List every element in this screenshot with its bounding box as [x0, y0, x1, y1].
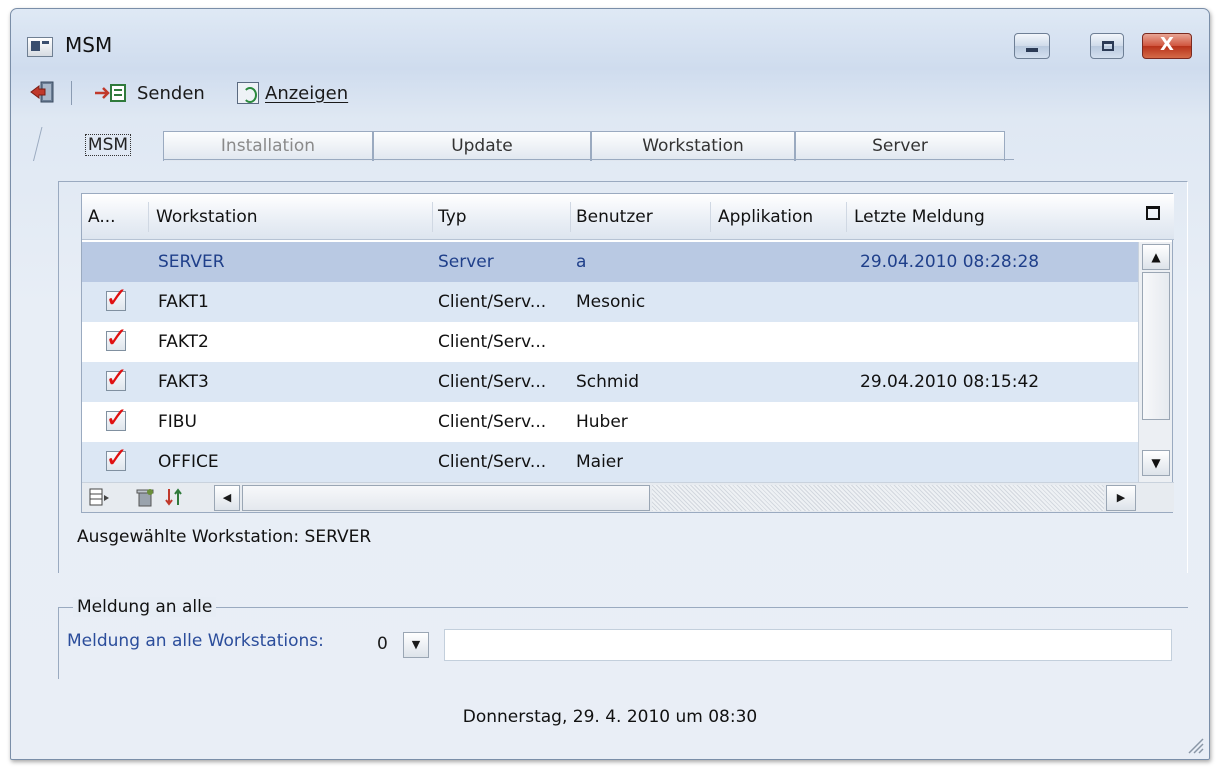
cell-typ: Client/Serv... [438, 292, 547, 312]
tab-installation[interactable]: Installation [163, 131, 373, 161]
column-separator [710, 202, 711, 232]
column-separator [148, 202, 149, 232]
chevron-down-icon[interactable]: ▼ [403, 632, 429, 658]
column-header-typ[interactable]: Typ [438, 194, 467, 240]
grid-layout-icon[interactable] [88, 487, 110, 507]
cell-benutzer: Schmid [576, 372, 639, 392]
cell-workstation: FAKT3 [158, 372, 209, 392]
selected-workstation-label: Ausgewählte Workstation: SERVER [77, 527, 372, 547]
active-checkbox[interactable]: ✓ [105, 364, 128, 392]
column-header-applikation[interactable]: Applikation [718, 194, 813, 240]
scroll-left-icon[interactable]: ◀ [214, 485, 240, 511]
checkmark-icon: ✓ [105, 401, 129, 434]
title-bar[interactable]: MSM X [11, 9, 1209, 69]
column-chooser-icon[interactable] [1146, 206, 1160, 220]
table-row[interactable]: ✓ FAKT1 Client/Serv... Mesonic [82, 282, 1138, 322]
tab-workstation[interactable]: Workstation [591, 131, 795, 161]
workstation-grid: A... Workstation Typ Benutzer Applikatio… [81, 193, 1174, 513]
column-header-workstation[interactable]: Workstation [156, 194, 258, 240]
cell-letzte-meldung: 29.04.2010 08:28:28 [860, 252, 1040, 272]
tab-server[interactable]: Server [795, 131, 1005, 161]
cell-typ: Client/Serv... [438, 372, 547, 392]
grid-header: A... Workstation Typ Benutzer Applikatio… [82, 194, 1174, 240]
broadcast-label: Meldung an alle Workstations: [67, 631, 324, 651]
window-title: MSM [65, 33, 113, 57]
minimize-button[interactable] [1014, 33, 1050, 59]
cell-benutzer: Mesonic [576, 292, 646, 312]
cell-workstation: OFFICE [158, 452, 219, 472]
column-header-benutzer[interactable]: Benutzer [576, 194, 653, 240]
grid-footer: ◀ ▶ [82, 482, 1174, 512]
sort-icon[interactable] [164, 487, 186, 507]
close-icon: X [1160, 34, 1174, 55]
close-button[interactable]: X [1142, 33, 1192, 59]
toolbar-separator [71, 81, 72, 105]
table-row[interactable]: ✓ OFFICE Client/Serv... Maier [82, 442, 1138, 482]
broadcast-legend: Meldung an alle [73, 597, 217, 617]
scroll-right-icon[interactable]: ▶ [1106, 485, 1136, 511]
checkmark-icon: ✓ [105, 441, 129, 474]
cell-workstation: SERVER [158, 252, 225, 272]
send-icon [95, 84, 126, 102]
checkmark-icon: ✓ [105, 281, 129, 314]
tab-strip: MSM Installation Update Workstation Serv… [11, 121, 1209, 161]
msm-window: MSM X Senden Anzeigen MSM Installation U… [10, 8, 1210, 760]
cell-typ: Client/Serv... [438, 412, 547, 432]
table-row[interactable]: ✓ FAKT3 Client/Serv... Schmid 29.04.2010… [82, 362, 1138, 402]
active-checkbox[interactable]: ✓ [105, 324, 128, 352]
maximize-button[interactable] [1090, 33, 1124, 59]
scroll-up-icon[interactable]: ▲ [1142, 244, 1170, 270]
cell-workstation: FIBU [158, 412, 197, 432]
show-label: Anzeigen [265, 82, 349, 104]
maximize-icon [1102, 41, 1114, 51]
table-row[interactable]: SERVER Server a 29.04.2010 08:28:28 [82, 242, 1138, 282]
refresh-icon [237, 82, 259, 104]
send-button[interactable]: Senden [93, 80, 205, 106]
status-date: Donnerstag, 29. 4. 2010 um 08:30 [462, 707, 758, 727]
grid-rows: SERVER Server a 29.04.2010 08:28:28 ✓ FA… [82, 242, 1138, 482]
active-checkbox[interactable]: ✓ [105, 284, 128, 312]
tab-update[interactable]: Update [373, 131, 591, 161]
horizontal-scroll-track[interactable] [652, 485, 1104, 511]
column-header-letzte-meldung[interactable]: Letzte Meldung [854, 194, 985, 240]
checkmark-icon: ✓ [105, 321, 129, 354]
trash-icon[interactable] [134, 487, 156, 507]
toolbar: Senden Anzeigen [11, 77, 1209, 111]
cell-letzte-meldung: 29.04.2010 08:15:42 [860, 372, 1040, 392]
cell-workstation: FAKT1 [158, 292, 209, 312]
column-separator [570, 202, 571, 232]
resize-grip-icon[interactable] [1183, 733, 1205, 755]
table-row[interactable]: ✓ FAKT2 Client/Serv... [82, 322, 1138, 362]
cell-typ: Client/Serv... [438, 332, 547, 352]
column-separator [846, 202, 847, 232]
broadcast-count-select[interactable]: 0 [373, 631, 401, 657]
column-separator [432, 202, 433, 232]
vertical-scroll-thumb[interactable] [1142, 272, 1170, 420]
send-label: Senden [137, 82, 205, 104]
show-button[interactable]: Anzeigen [237, 80, 348, 106]
cell-benutzer: Maier [576, 452, 624, 472]
minimize-icon [1026, 48, 1038, 52]
scroll-down-icon[interactable]: ▼ [1142, 450, 1170, 476]
tab-msm[interactable]: MSM [73, 127, 143, 161]
vertical-scrollbar[interactable]: ▲ ▼ [1138, 242, 1172, 482]
checkmark-icon: ✓ [105, 361, 129, 394]
active-checkbox[interactable]: ✓ [105, 404, 128, 432]
horizontal-scroll-thumb[interactable] [242, 485, 650, 511]
app-icon [27, 37, 53, 57]
exit-icon[interactable] [29, 80, 57, 104]
active-checkbox[interactable]: ✓ [105, 444, 128, 472]
column-header-a[interactable]: A... [88, 194, 116, 240]
cell-workstation: FAKT2 [158, 332, 209, 352]
cell-benutzer: Huber [576, 412, 628, 432]
cell-typ: Client/Serv... [438, 452, 547, 472]
broadcast-message-input[interactable] [444, 629, 1172, 661]
table-row[interactable]: ✓ FIBU Client/Serv... Huber [82, 402, 1138, 442]
cell-benutzer: a [576, 252, 587, 272]
cell-typ: Server [438, 252, 494, 272]
tab-baseline [163, 159, 1014, 160]
